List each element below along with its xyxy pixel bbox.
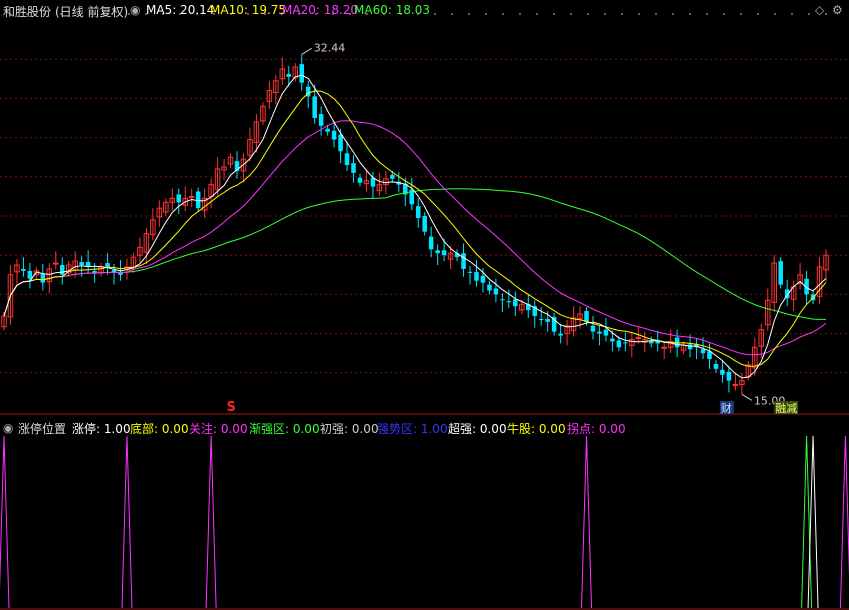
badge-rong: 融减 [775,402,797,415]
candle-body [687,344,693,350]
sub-item-chuqiang: 初强: 0.00 [320,422,379,436]
candle-body [493,288,499,295]
ma60-line [3,188,826,320]
sub-spike [581,435,593,609]
candle-body [513,299,518,307]
ma60-label: MA60: 18.03 [354,3,431,17]
candle-body [286,73,292,77]
candle-body [700,349,706,354]
settings-circle-icon[interactable]: ◉ [3,421,13,435]
candle-body [467,271,473,273]
period-label: (日线 前复权) [55,5,129,19]
candle-body [506,301,512,303]
stock-name: 和胜股份 [3,5,52,19]
high-pointer [301,47,312,55]
candle-body [713,363,719,369]
chart-canvas[interactable]: 32.4415.00S 财融减 [0,0,849,610]
candle-body [661,346,667,349]
candle-body [428,236,434,250]
candle-body [79,262,84,265]
candle-body [778,261,783,285]
candle-body [732,384,739,387]
candle-body [584,311,589,322]
high-price-label: 32.44 [314,41,346,54]
candle-body [176,194,182,203]
candle-body [500,299,505,301]
candle-body [351,163,356,173]
candle-body [435,250,440,254]
sub-item-jianqiang: 渐强区: 0.00 [249,422,320,436]
sub-title: 涨停位置 [18,422,67,436]
candle-body [390,174,395,179]
candle-body [105,263,110,267]
candle-body [558,333,563,336]
candle-body [623,342,628,344]
candle-body [357,177,363,183]
s-marker: S [227,400,236,415]
sub-spike [205,435,217,609]
candle-body [53,262,59,265]
candle-body [299,64,304,83]
candle-body [312,96,317,118]
candle-body [616,340,622,348]
diamond-icon[interactable]: ◇ [815,3,824,17]
candle-body [480,275,486,283]
candle-body [726,371,732,381]
low-pointer [741,393,753,401]
sub-item-guanzhu: 关注: 0.00 [189,422,248,436]
ma10-label: MA10: 19.75 [210,3,287,17]
candle-body [188,195,195,198]
candle-body [474,271,479,281]
sub-item-zhangting: 涨停: 1.00 [72,422,131,436]
candle-body [441,250,447,256]
candle-body [195,191,201,209]
candle-body [590,325,596,332]
candle-body [415,206,421,218]
ma10-line [3,90,827,367]
ma5-label: MA5: 20.14 [146,3,215,17]
candle-body [545,318,550,322]
sub-item-chaoqiang: 超强: 0.00 [448,422,507,436]
candle-body [331,130,337,140]
candle-body [40,273,46,283]
sub-item-niugu: 牛股: 0.00 [507,422,566,436]
candle-body [538,318,544,320]
candle-body [603,329,609,336]
ma20-label: MA20: 18.20 [282,3,359,17]
main-chart-header: 和胜股份 (日线 前复权) ◉ MA5: 20.14 MA10: 19.75 M… [0,0,849,20]
candle-body [487,284,492,291]
candle-body [422,216,427,232]
sub-chart-header: ◉ 涨停位置 涨停: 1.00 底部: 0.00 关注: 0.00 渐强区: 0… [0,418,849,436]
sub-spike [121,435,133,609]
sub-spike [839,435,849,609]
candle-body [59,265,65,275]
candle-body [344,153,350,166]
candle-body [597,331,602,334]
sub-item-dibu: 底部: 0.00 [130,422,189,436]
candle-body [461,253,466,269]
ma20-line [3,120,827,356]
candle-body [325,128,330,132]
candle-body [338,134,343,152]
settings-circle-icon[interactable]: ◉ [130,3,140,17]
sub-item-guaidian: 拐点: 0.00 [567,422,626,436]
candle-body [635,337,642,340]
candle-body [610,338,615,342]
candle-body [720,369,725,375]
sub-spike [0,435,10,609]
ma5-line [3,74,827,379]
sub-item-qiangshi: 强势区: 1.00 [377,422,448,436]
gear-icon[interactable]: ⚙ [832,3,843,17]
badge-cai: 财 [721,401,732,415]
candle-body [27,270,33,279]
candle-body [318,114,324,126]
candle-body [21,268,26,271]
